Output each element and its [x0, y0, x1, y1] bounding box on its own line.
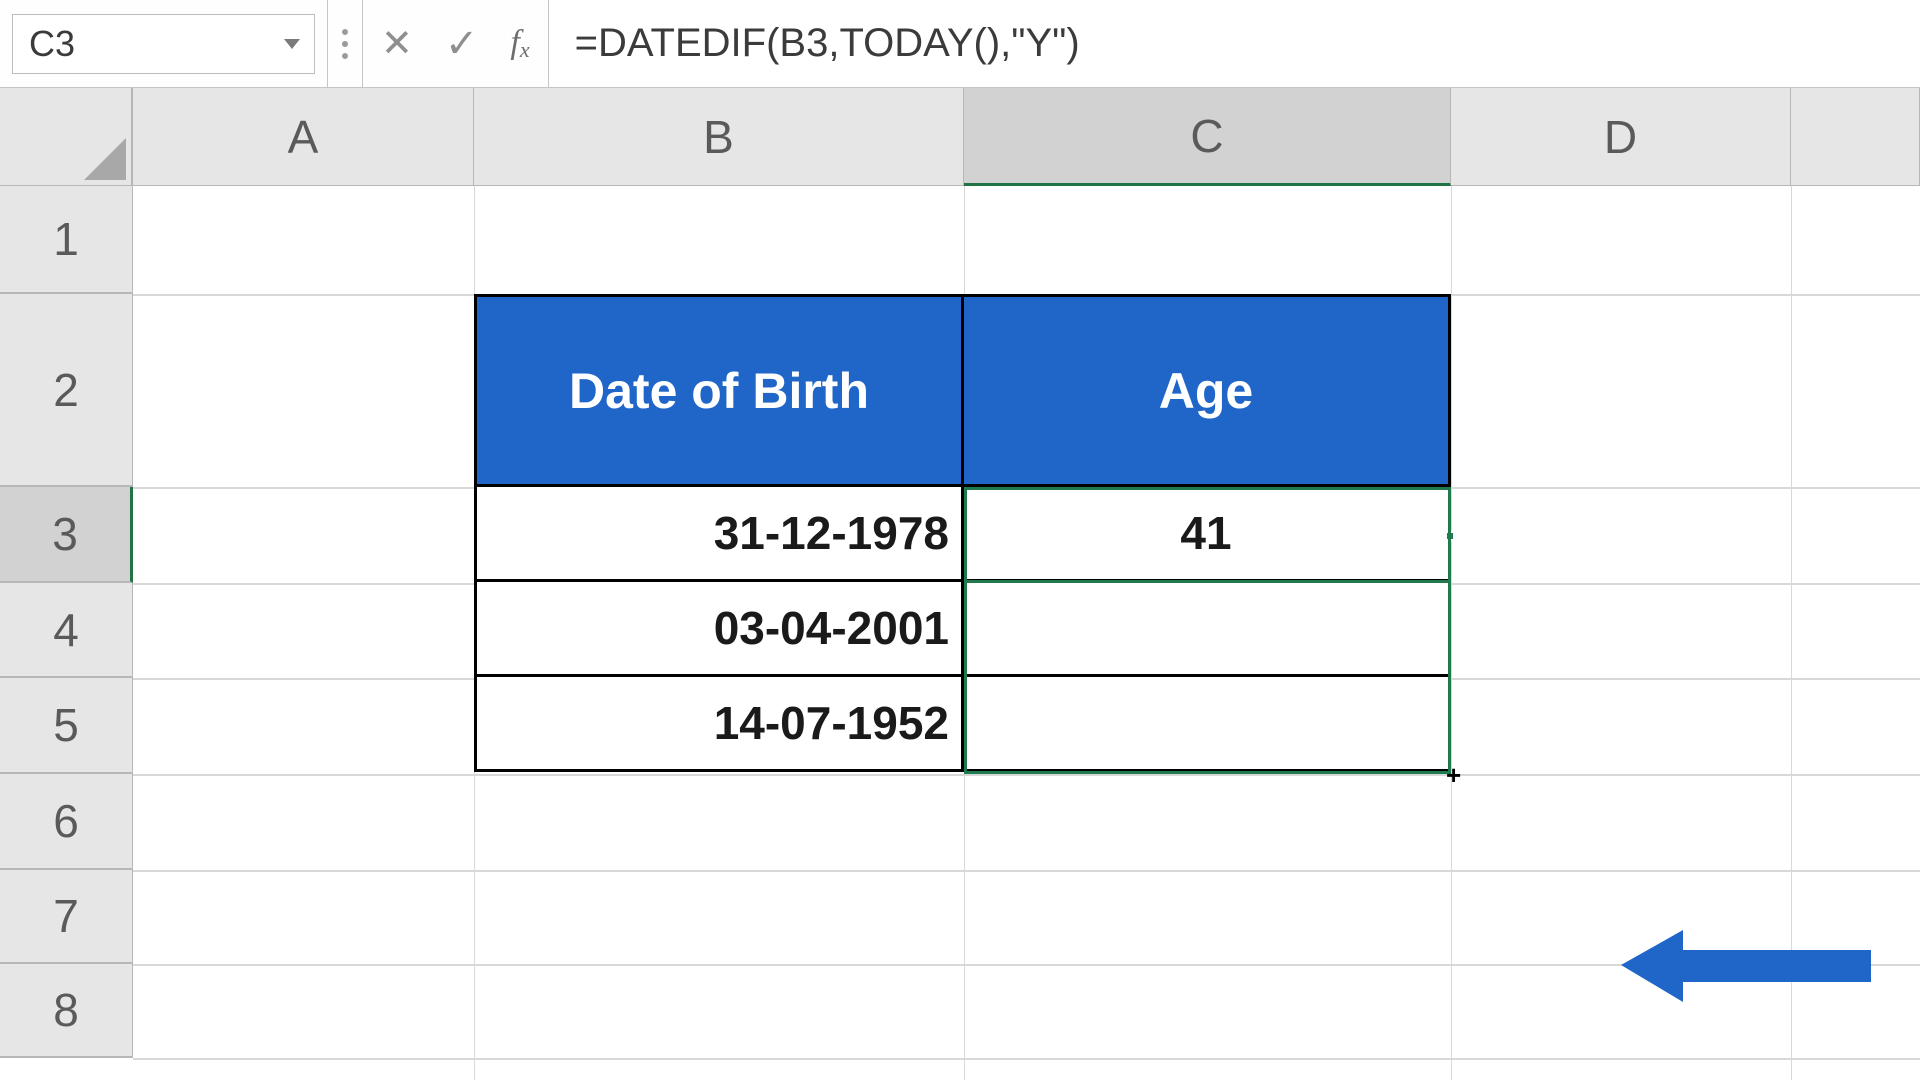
row-header-1[interactable]: 1 [0, 186, 133, 294]
row-header-6[interactable]: 6 [0, 774, 133, 870]
spreadsheet-grid: A B C D 1 2 3 4 5 6 7 8 Date of Bir [0, 88, 1920, 1080]
cell-B4[interactable]: 03-04-2001 [474, 582, 964, 677]
formula-bar-actions: ✕ ✓ fx [363, 0, 549, 87]
formula-bar-grip[interactable] [328, 0, 363, 87]
col-header-rest[interactable] [1791, 88, 1920, 186]
table-row: 31-12-1978 41 [474, 487, 1451, 582]
enter-icon[interactable]: ✓ [445, 24, 479, 64]
name-box-value: C3 [29, 23, 75, 65]
cell-C3[interactable]: 41 [964, 487, 1451, 582]
cell-C5[interactable] [964, 677, 1451, 772]
fill-cursor-icon: + [1446, 762, 1461, 788]
table-row: 14-07-1952 [474, 677, 1451, 772]
formula-text: =DATEDIF(B3,TODAY(),"Y") [575, 21, 1080, 66]
name-box[interactable]: C3 [12, 14, 315, 74]
name-box-container: C3 [0, 0, 328, 87]
cell-C4[interactable] [964, 582, 1451, 677]
row-headers: 1 2 3 4 5 6 7 8 [0, 186, 133, 1058]
row-header-3[interactable]: 3 [0, 487, 133, 583]
row-header-8[interactable]: 8 [0, 964, 133, 1058]
cancel-icon[interactable]: ✕ [381, 25, 413, 63]
table-header-row: Date of Birth Age [474, 294, 1451, 487]
row-header-5[interactable]: 5 [0, 678, 133, 774]
cell-B5[interactable]: 14-07-1952 [474, 677, 964, 772]
row-header-4[interactable]: 4 [0, 583, 133, 678]
col-header-D[interactable]: D [1451, 88, 1791, 186]
col-header-B[interactable]: B [474, 88, 964, 186]
fx-icon[interactable]: fx [510, 24, 529, 63]
row-header-2[interactable]: 2 [0, 294, 133, 487]
fill-handle-icon[interactable] [1445, 531, 1455, 541]
table-row: 03-04-2001 [474, 582, 1451, 677]
dots-vertical-icon [342, 29, 348, 59]
select-all-corner[interactable] [0, 88, 133, 186]
header-age[interactable]: Age [964, 294, 1451, 487]
formula-bar: C3 ✕ ✓ fx =DATEDIF(B3,TODAY(),"Y") [0, 0, 1920, 88]
col-header-A[interactable]: A [133, 88, 474, 186]
annotation-arrow-icon [1621, 922, 1881, 1032]
cell-B3[interactable]: 31-12-1978 [474, 487, 964, 582]
header-date-of-birth[interactable]: Date of Birth [474, 294, 964, 487]
formula-input[interactable]: =DATEDIF(B3,TODAY(),"Y") [549, 0, 1920, 87]
chevron-down-icon[interactable] [284, 39, 300, 49]
row-header-7[interactable]: 7 [0, 870, 133, 964]
column-headers: A B C D [0, 88, 1920, 186]
data-table: Date of Birth Age 31-12-1978 41 03-04-20… [474, 294, 1451, 772]
cells-area[interactable]: Date of Birth Age 31-12-1978 41 03-04-20… [133, 186, 1920, 1080]
col-header-C[interactable]: C [964, 88, 1451, 186]
